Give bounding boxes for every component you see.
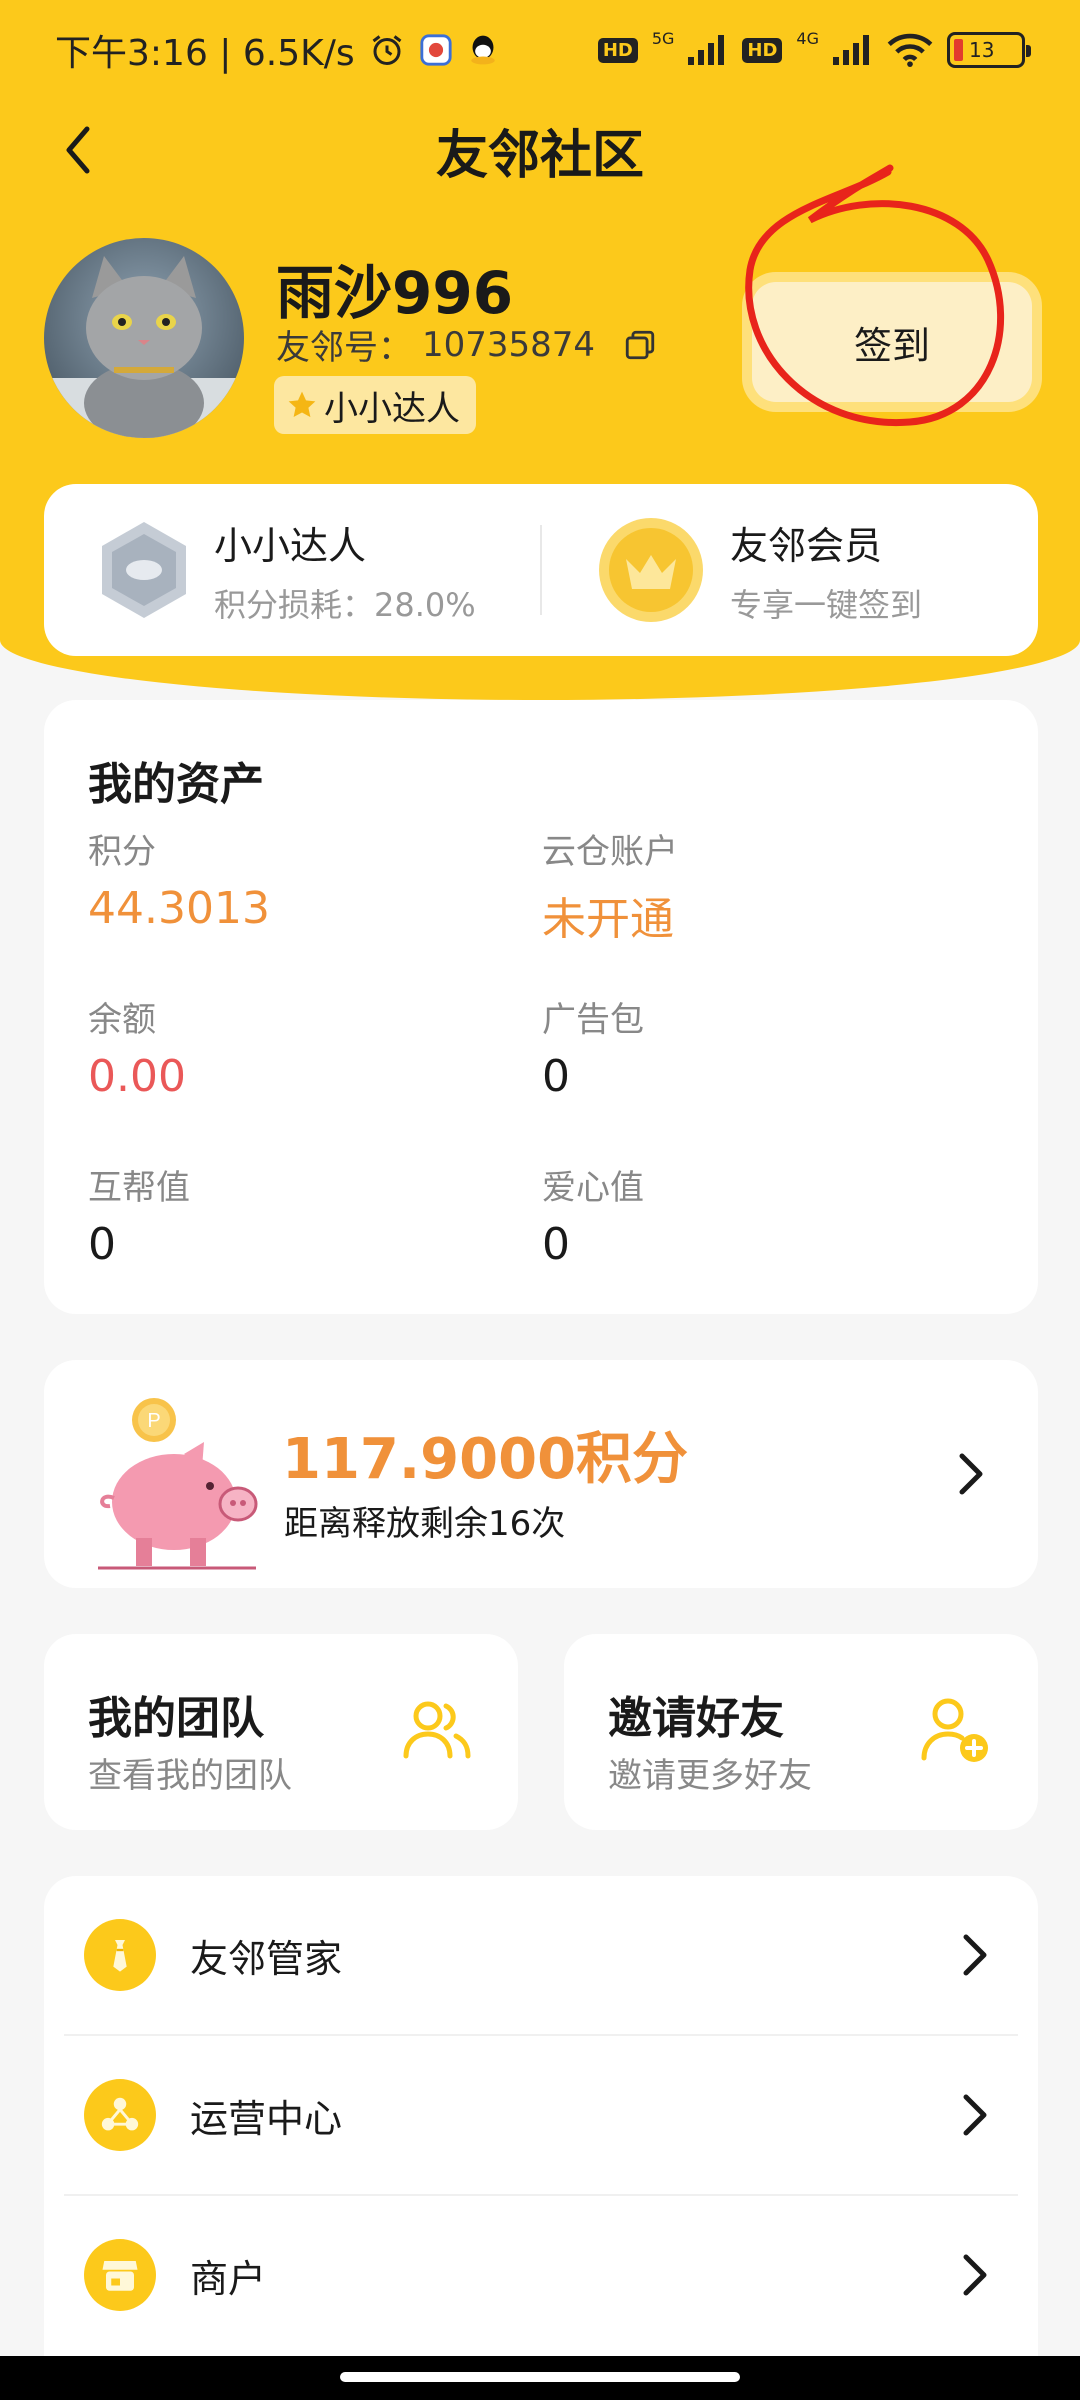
shop-icon (84, 2239, 156, 2311)
asset-label: 积分 (88, 832, 156, 872)
menu-label: 友邻管家 (190, 1936, 343, 1981)
signal-icon-2 (833, 35, 873, 65)
user-id-value: 10735874 (422, 324, 596, 365)
asset-label: 爱心值 (542, 1168, 644, 1208)
level-shield-icon (102, 522, 186, 618)
asset-cloud-account[interactable]: 云仓账户 未开通 (542, 824, 678, 947)
signin-button[interactable]: 签到 (752, 282, 1032, 402)
member-subtitle: 专享一键签到 (730, 585, 923, 624)
piggy-amount: 117.9000积分 (282, 1427, 689, 1492)
piggy-subtitle: 距离释放剩余16次 (284, 1504, 566, 1544)
asset-label: 广告包 (542, 1000, 644, 1040)
invite-subtitle: 邀请更多好友 (608, 1756, 812, 1796)
battery-icon: 13 (947, 32, 1031, 68)
menu-label: 商户 (190, 2256, 267, 2301)
signal-icon (688, 35, 728, 65)
home-indicator[interactable] (340, 2372, 740, 2382)
asset-value: 44.3013 (88, 883, 270, 934)
network-icon (84, 2079, 156, 2151)
tie-icon (84, 1919, 156, 1991)
chevron-right-icon (963, 2254, 987, 2296)
asset-balance[interactable]: 余额 0.00 (88, 992, 186, 1102)
level-badge: 小小达人 (274, 376, 476, 434)
asset-label: 余额 (88, 1000, 156, 1040)
assets-title: 我的资产 (88, 759, 264, 810)
level-info[interactable]: 小小达人 积分损耗：28.0% (44, 515, 540, 626)
level-subtitle: 积分损耗：28.0% (214, 585, 476, 624)
asset-value: 0.00 (88, 1051, 186, 1102)
qq-icon (467, 33, 499, 67)
menu-item-operations[interactable]: 运营中心 (44, 2036, 1038, 2194)
alarm-icon (369, 32, 405, 68)
network-4g-label: 4G (796, 28, 819, 48)
asset-value: 0 (542, 1051, 570, 1102)
asset-points[interactable]: 积分 44.3013 (88, 824, 270, 934)
chevron-right-icon (963, 2094, 987, 2136)
team-icon (403, 1701, 471, 1759)
status-time-speed: 下午3:16 | 6.5K/s (55, 33, 355, 74)
battery-level: 13 (969, 38, 995, 62)
back-button[interactable] (50, 122, 106, 178)
asset-label: 互帮值 (88, 1168, 190, 1208)
menu-list: 友邻管家 运营中心 商户 (44, 1876, 1038, 2400)
asset-love-value[interactable]: 爱心值 0 (542, 1160, 644, 1270)
menu-label: 运营中心 (190, 2096, 343, 2141)
crown-coin-icon (599, 518, 703, 622)
level-member-card: 小小达人 积分损耗：28.0% 友邻会员 专享一键签到 (44, 484, 1038, 656)
chevron-right-icon (959, 1453, 983, 1495)
cat-avatar-image (44, 256, 244, 438)
app-header: 友邻社区 (0, 100, 1080, 200)
asset-label: 云仓账户 (542, 832, 678, 872)
level-title: 小小达人 (214, 523, 367, 568)
asset-value: 0 (88, 1219, 116, 1270)
piggy-bank-icon: P (98, 1398, 258, 1570)
menu-item-merchant[interactable]: 商户 (44, 2196, 1038, 2354)
level-badge-label: 小小达人 (324, 388, 460, 429)
invite-title: 邀请好友 (608, 1693, 784, 1744)
user-id-row: 友邻号： 10735874 (276, 320, 657, 369)
coin-letter: P (147, 1410, 160, 1432)
hd-badge-2: HD (742, 37, 783, 63)
hd-badge-1: HD (597, 37, 638, 63)
chevron-right-icon (963, 1934, 987, 1976)
asset-value: 未开通 (542, 894, 674, 945)
username: 雨沙996 (276, 259, 514, 327)
app-notification-icon (419, 33, 453, 67)
add-friend-icon (921, 1698, 988, 1762)
network-5g-label: 5G (651, 28, 675, 48)
asset-value: 0 (542, 1219, 570, 1270)
chevron-left-icon (66, 126, 90, 174)
star-icon (288, 391, 316, 418)
invite-friends-card[interactable]: 邀请好友 邀请更多好友 (564, 1634, 1038, 1830)
member-info[interactable]: 友邻会员 专享一键签到 (542, 515, 1038, 626)
wifi-icon (887, 33, 933, 67)
asset-ad-pack[interactable]: 广告包 0 (542, 992, 644, 1102)
assets-card: 我的资产 积分 44.3013 云仓账户 未开通 余额 0.00 广告包 0 互… (44, 700, 1038, 1314)
my-team-subtitle: 查看我的团队 (88, 1756, 292, 1796)
piggy-bank-card[interactable]: P 117.9000积分 距离释放剩余16次 (44, 1360, 1038, 1588)
status-bar: 下午3:16 | 6.5K/s HD 5G HD 4G 13 (0, 0, 1080, 100)
asset-help-value[interactable]: 互帮值 0 (88, 1160, 190, 1270)
copy-icon[interactable] (623, 328, 657, 362)
my-team-title: 我的团队 (88, 1693, 264, 1744)
avatar[interactable] (44, 238, 244, 438)
member-title: 友邻会员 (730, 523, 883, 568)
user-id-label: 友邻号： (276, 328, 412, 368)
my-team-card[interactable]: 我的团队 查看我的团队 (44, 1634, 518, 1830)
page-title: 友邻社区 (435, 125, 644, 186)
menu-item-housekeeper[interactable]: 友邻管家 (44, 1876, 1038, 2034)
